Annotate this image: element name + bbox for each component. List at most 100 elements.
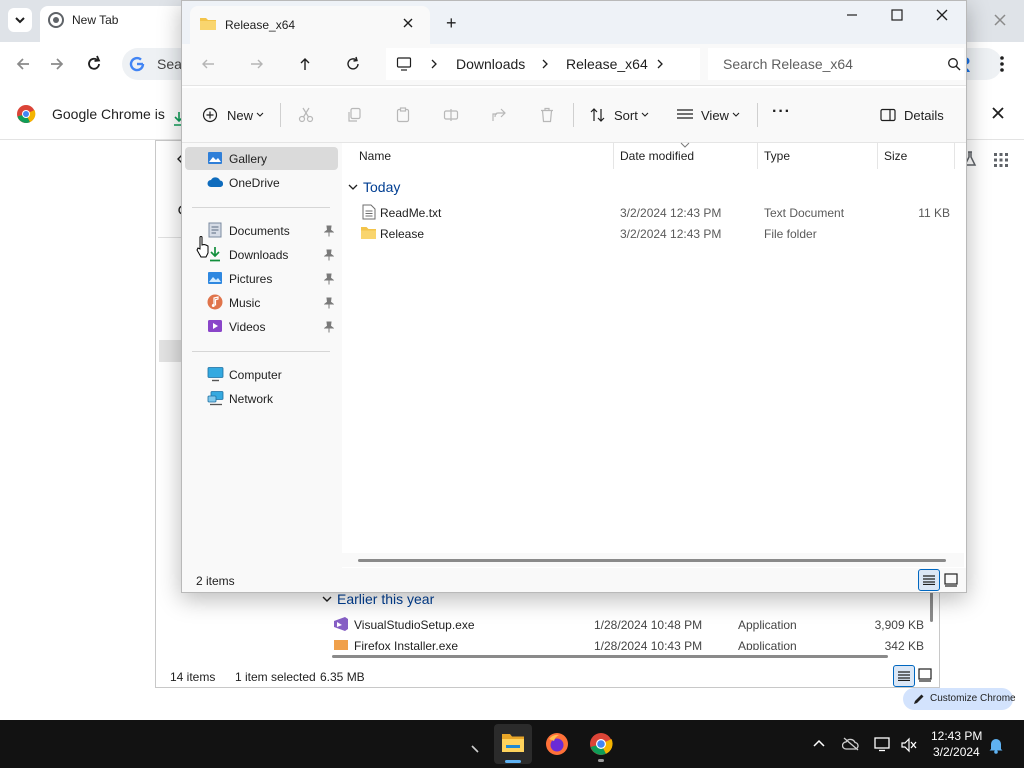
group-label-today[interactable]: Today: [363, 179, 400, 195]
google-g-icon: [128, 55, 146, 73]
nav-item-videos[interactable]: Videos: [200, 317, 340, 337]
chrome-menu-icon[interactable]: [994, 54, 1010, 74]
cut-icon[interactable]: [298, 107, 314, 123]
up-arrow-icon[interactable]: [297, 56, 313, 72]
apps-grid-icon[interactable]: [994, 153, 1008, 167]
bg-file-row[interactable]: VisualStudioSetup.exe 1/28/2024 10:48 PM…: [330, 615, 930, 635]
taskbar-file-explorer-button[interactable]: [494, 724, 532, 764]
nav-item-downloads[interactable]: Downloads: [200, 245, 340, 265]
tiles-view-button[interactable]: [944, 573, 958, 587]
minimize-icon[interactable]: [846, 9, 858, 21]
forward-arrow-icon[interactable]: [249, 56, 265, 72]
details-label: Details: [904, 108, 944, 123]
back-arrow-icon[interactable]: [14, 55, 32, 73]
nav-item-computer[interactable]: Computer: [200, 365, 330, 385]
rename-icon[interactable]: [443, 107, 459, 123]
sort-label: Sort: [614, 108, 638, 123]
file-name: Release: [380, 227, 425, 241]
bg-group-label[interactable]: Earlier this year: [337, 591, 434, 607]
view-list-icon: [677, 109, 693, 119]
column-divider: [613, 143, 614, 169]
copy-icon[interactable]: [346, 107, 362, 123]
search-box[interactable]: Search Release_x64: [708, 48, 964, 80]
group-chevron-icon[interactable]: [348, 182, 358, 192]
column-header-date[interactable]: Date modified: [620, 148, 694, 164]
breadcrumb-downloads[interactable]: Downloads: [456, 56, 525, 72]
reload-icon[interactable]: [84, 54, 104, 74]
column-header-name[interactable]: Name: [359, 148, 391, 164]
chevron-down-icon: [641, 112, 649, 117]
file-row[interactable]: ReadMe.txt 3/2/2024 12:43 PM Text Docume…: [356, 203, 956, 223]
this-pc-icon: [396, 56, 412, 72]
back-arrow-icon[interactable]: [200, 56, 216, 72]
details-button[interactable]: Details: [876, 102, 956, 128]
show-hidden-icons-chevron-icon[interactable]: [812, 738, 826, 748]
bg-vertical-scrollbar[interactable]: [930, 592, 933, 622]
pin-icon: [324, 297, 334, 309]
sort-button[interactable]: Sort: [586, 102, 656, 128]
share-icon[interactable]: [491, 107, 507, 123]
bg-file-row[interactable]: Firefox Installer.exe 1/28/2024 10:43 PM…: [330, 636, 930, 650]
forward-arrow-icon[interactable]: [48, 55, 66, 73]
bg-file-name: Firefox Installer.exe: [354, 639, 459, 650]
volume-muted-icon[interactable]: [900, 737, 918, 753]
nav-item-pictures[interactable]: Pictures: [200, 269, 340, 289]
bg-status-count: 14 items: [170, 670, 216, 684]
taskbar-firefox-button[interactable]: [545, 732, 569, 756]
onedrive-offline-icon[interactable]: [842, 737, 860, 751]
chrome-logo-icon: [16, 104, 36, 124]
nav-item-music[interactable]: Music: [200, 293, 340, 313]
column-header-size[interactable]: Size: [884, 148, 907, 164]
new-button[interactable]: New: [198, 102, 270, 128]
taskbar-overflow-icon[interactable]: [470, 744, 480, 754]
visual-studio-icon: [334, 617, 348, 631]
breadcrumb-release-x64[interactable]: Release_x64: [566, 56, 648, 72]
pin-icon: [324, 249, 334, 261]
view-button[interactable]: View: [673, 102, 745, 128]
bg-file-size: 3,909 KB: [874, 618, 924, 632]
tab-close-icon[interactable]: [402, 17, 414, 29]
window-close-icon[interactable]: [936, 9, 948, 21]
nav-item-documents[interactable]: Documents: [200, 221, 340, 241]
new-label: New: [227, 108, 254, 123]
toolbar-divider: [280, 103, 281, 127]
maximize-icon[interactable]: [891, 9, 903, 21]
status-item-count: 2 items: [196, 574, 235, 588]
tab-search-button[interactable]: [8, 8, 32, 32]
nav-item-network[interactable]: Network: [200, 389, 330, 409]
details-view-button[interactable]: [918, 569, 940, 591]
column-divider: [954, 143, 955, 169]
chevron-down-icon: [256, 112, 264, 117]
delete-icon[interactable]: [539, 107, 555, 123]
refresh-icon[interactable]: [345, 56, 361, 72]
infobar-close-icon[interactable]: [990, 105, 1006, 121]
taskbar-clock-date[interactable]: 3/2/2024: [933, 744, 980, 760]
bg-file-type: Application: [738, 639, 797, 650]
nav-item-onedrive[interactable]: OneDrive: [200, 173, 330, 193]
search-placeholder: Search Release_x64: [723, 56, 853, 72]
customize-chrome-button[interactable]: Customize Chrome: [903, 688, 1016, 710]
breadcrumb-chevron-icon: [430, 59, 438, 69]
taskbar-clock-time[interactable]: 12:43 PM: [931, 728, 982, 744]
horizontal-scrollbar[interactable]: [358, 559, 946, 562]
more-options-button[interactable]: ···: [772, 104, 791, 120]
nav-item-gallery[interactable]: Gallery: [200, 149, 330, 169]
notification-bell-icon[interactable]: [988, 736, 1004, 754]
bg-file-name: VisualStudioSetup.exe: [354, 618, 475, 632]
add-tab-button[interactable]: +: [446, 13, 457, 33]
file-row[interactable]: Release 3/2/2024 12:43 PM File folder: [356, 224, 956, 244]
active-indicator: [505, 760, 521, 763]
folder-icon: [361, 227, 376, 239]
network-status-icon[interactable]: [874, 736, 892, 752]
breadcrumb-chevron-icon[interactable]: [656, 59, 664, 69]
bg-status-selected: 1 item selected: [235, 670, 316, 684]
column-header-type[interactable]: Type: [764, 148, 790, 164]
download-icon: [210, 247, 220, 262]
taskbar-chrome-button[interactable]: [589, 732, 613, 762]
bg-tiles-view-button[interactable]: [918, 668, 932, 682]
bg-details-view-button[interactable]: [893, 665, 915, 687]
chrome-close-icon[interactable]: [992, 12, 1008, 28]
bg-horizontal-scrollbar[interactable]: [332, 655, 888, 658]
pin-icon: [324, 225, 334, 237]
paste-icon[interactable]: [395, 107, 411, 123]
